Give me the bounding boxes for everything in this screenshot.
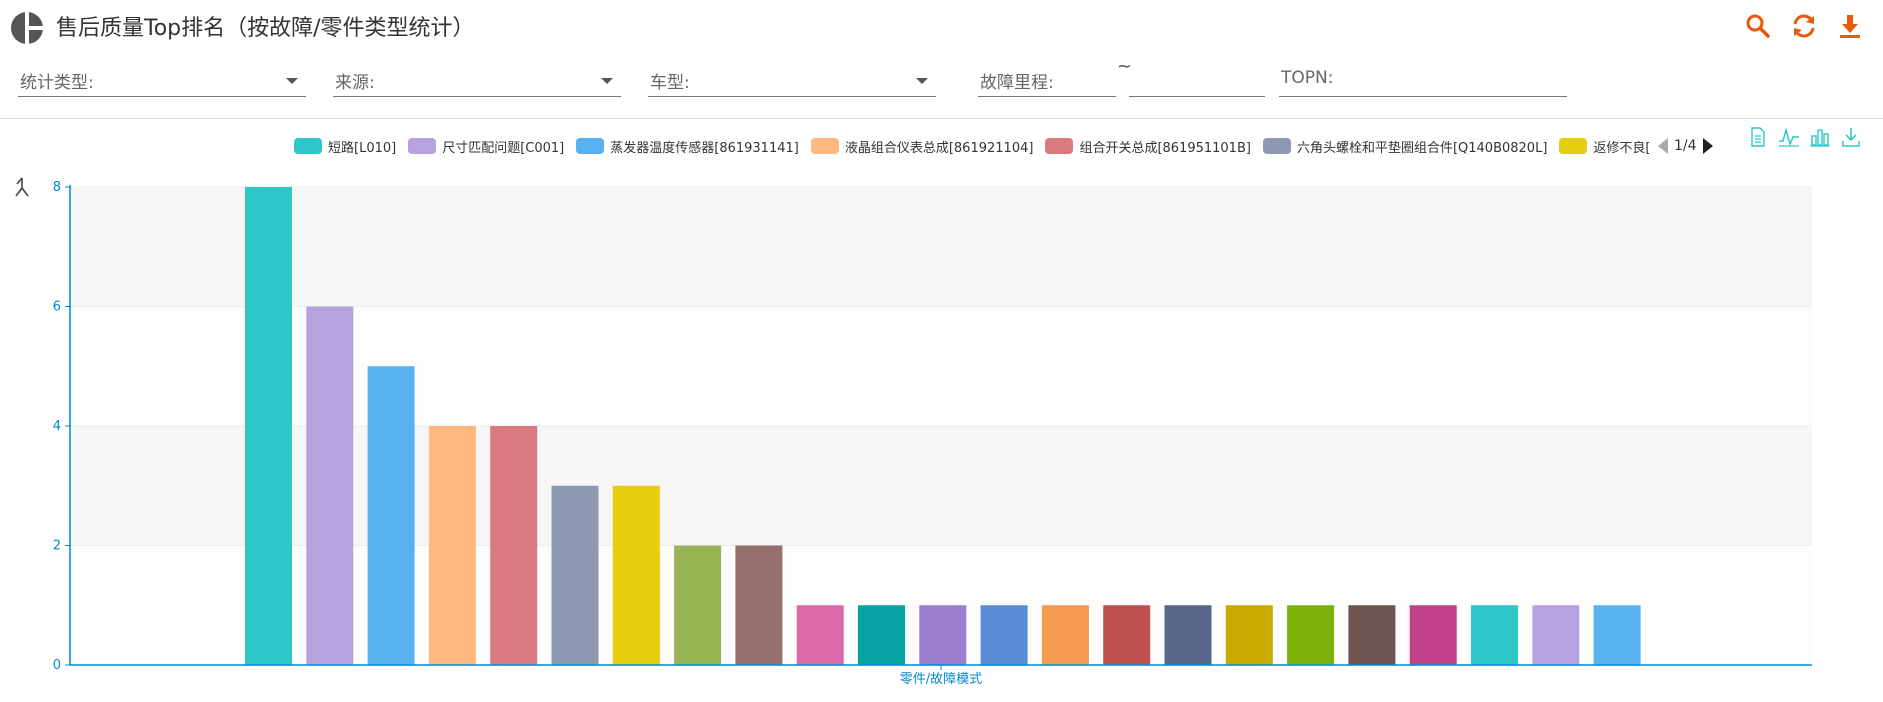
chart-bar (1041, 605, 1089, 665)
chart-bar (1225, 605, 1273, 665)
chevron-down-icon (916, 78, 928, 84)
chart-bar (1103, 605, 1151, 665)
topn-field[interactable]: TOPN: (1279, 60, 1567, 97)
x-axis-title: 零件/故障模式 (900, 672, 982, 687)
chart-bar (306, 306, 354, 665)
chart-bar (1471, 605, 1518, 665)
legend-label: 蒸发器温度传感器[861931141] (610, 140, 799, 156)
chart-bar (1532, 605, 1580, 665)
chart-bar (551, 485, 599, 665)
chart-bar (980, 605, 1028, 665)
chart-bar (858, 605, 905, 665)
source-label: 来源: (335, 73, 375, 93)
mileage-max-field[interactable] (1129, 60, 1265, 97)
chart-bar (1593, 605, 1641, 665)
stat-type-select[interactable]: 统计类型: (18, 60, 306, 97)
legend-page-indicator: 1/4 (1674, 138, 1697, 154)
legend-item[interactable]: 蒸发器温度传感器[861931141] (576, 137, 799, 156)
chart-bar (1409, 605, 1457, 665)
mileage-min-field[interactable]: 故障里程: (978, 60, 1116, 97)
legend-item[interactable]: 组合开关总成[861951101B] (1045, 137, 1251, 156)
chart-bar (735, 545, 783, 665)
bar-chart: 0 2 4 6 8 零件/故障模式 (53, 180, 1812, 687)
legend-item[interactable]: 短路[L010] (294, 137, 396, 156)
header: 售后质量Top排名（按故障/零件类型统计） (0, 0, 1883, 52)
chart-bar (428, 426, 476, 665)
caret-right-icon[interactable] (1702, 138, 1713, 154)
chart-bar (245, 187, 292, 665)
chart-bar (367, 366, 415, 665)
legend-swatch (1045, 138, 1074, 154)
y-tick-label: 2 (53, 539, 61, 554)
line-chart-icon[interactable] (1778, 126, 1800, 148)
search-icon[interactable] (1744, 12, 1772, 40)
legend-item[interactable]: 返修不良[ (1559, 137, 1650, 156)
save-image-icon[interactable] (1840, 126, 1862, 148)
legend-label: 六角头螺栓和平垫圈组合件[Q140B0820L] (1296, 140, 1548, 156)
legend-label: 液晶组合仪表总成[861921104] (844, 140, 1034, 156)
legend-item[interactable]: 尺寸匹配问题[C001] (408, 137, 564, 156)
chart-bar (612, 485, 660, 665)
filter-bar: 统计类型: 来源: 车型: 故障里程: ~ TOPN: (0, 52, 1883, 118)
stat-type-label: 统计类型: (20, 73, 94, 93)
legend-pager: 1/4 (1658, 135, 1713, 157)
legend-swatch (1262, 138, 1291, 154)
chart-legend: 短路[L010] 尺寸匹配问题[C001] 蒸发器温度传感器[861931141… (294, 135, 1656, 157)
caret-left-icon[interactable] (1658, 138, 1668, 154)
legend-item[interactable]: 液晶组合仪表总成[861921104] (810, 137, 1034, 156)
vehicle-model-label: 车型: (650, 73, 690, 93)
chevron-down-icon (286, 78, 298, 84)
page-title: 售后质量Top排名（按故障/零件类型统计） (56, 16, 475, 41)
download-icon[interactable] (1836, 12, 1864, 40)
legend-swatch (1559, 138, 1588, 154)
chart-bar (1164, 605, 1212, 665)
legend-label: 返修不良[ (1593, 140, 1651, 156)
y-tick-label: 6 (53, 300, 61, 315)
divider (0, 118, 1883, 119)
legend-swatch (408, 138, 437, 154)
topn-label: TOPN: (1281, 68, 1334, 88)
chevron-down-icon (601, 78, 613, 84)
pie-logo-icon (11, 11, 44, 45)
refresh-icon[interactable] (1790, 12, 1818, 40)
chart-bar (1348, 605, 1396, 665)
y-tick-label: 0 (53, 658, 61, 673)
chart-bar (1287, 605, 1335, 665)
chart-bar (796, 605, 844, 665)
legend-swatch (294, 138, 322, 154)
legend-item[interactable]: 六角头螺栓和平垫圈组合件[Q140B0820L] (1262, 137, 1548, 156)
y-tick-label: 8 (53, 180, 61, 195)
chart-bar (490, 426, 538, 665)
source-select[interactable]: 来源: (333, 60, 621, 97)
legend-label: 组合开关总成[861951101B] (1079, 140, 1251, 156)
chart-bar (674, 545, 722, 665)
y-tick-label: 4 (53, 419, 61, 434)
bar-chart-icon[interactable] (1809, 126, 1831, 148)
mileage-label: 故障里程: (980, 73, 1054, 93)
legend-swatch (810, 138, 839, 154)
legend-label: 短路[L010] (328, 140, 397, 156)
legend-label: 尺寸匹配问题[C001] (442, 140, 565, 156)
data-view-icon[interactable] (1747, 126, 1769, 148)
vehicle-model-select[interactable]: 车型: (648, 60, 936, 97)
grid-band (70, 187, 1812, 307)
chart-bar (919, 605, 967, 665)
legend-swatch (576, 138, 605, 154)
